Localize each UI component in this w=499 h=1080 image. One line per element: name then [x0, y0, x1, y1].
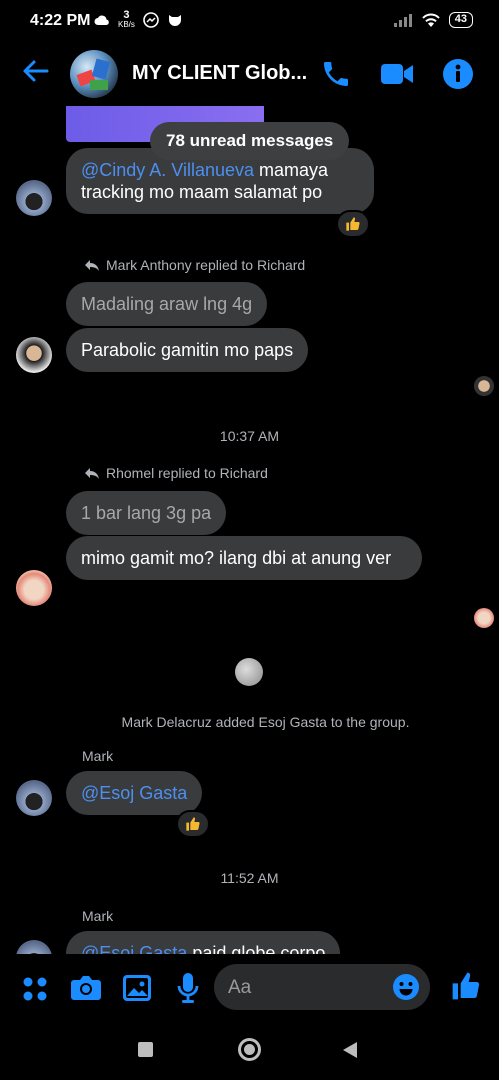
- status-time: 4:22 PM: [30, 12, 91, 29]
- message-input[interactable]: Aa: [214, 964, 430, 1010]
- back-arrow-icon[interactable]: [20, 56, 50, 86]
- message-composer: Aa: [0, 954, 499, 1020]
- battery-indicator: 43: [448, 12, 473, 28]
- avatar[interactable]: [16, 940, 52, 954]
- message-placeholder: Aa: [228, 977, 252, 998]
- system-message: Mark Delacruz added Esoj Gasta to the gr…: [121, 714, 410, 730]
- apps-grid-icon[interactable]: [22, 976, 48, 1002]
- like-reaction[interactable]: [336, 210, 370, 238]
- avatar[interactable]: [16, 180, 52, 216]
- timestamp: 11:52 AM: [220, 870, 279, 886]
- status-bar: 4:22 PM 3 KB/s 43: [0, 0, 499, 44]
- quoted-message[interactable]: Madaling araw lng 4g: [66, 282, 268, 326]
- avatar[interactable]: [16, 780, 52, 816]
- messenger-icon: [143, 11, 159, 28]
- read-receipt-avatar: [474, 376, 494, 396]
- reply-icon: [85, 260, 99, 271]
- thumbs-up-icon: [186, 817, 200, 831]
- reply-indicator: Rhomel replied to Richard: [84, 465, 268, 481]
- wifi-icon: [422, 13, 440, 27]
- message-bubble[interactable]: Parabolic gamitin mo paps: [66, 328, 309, 372]
- microphone-icon[interactable]: [176, 972, 200, 1004]
- group-avatar[interactable]: [70, 50, 118, 98]
- sender-name: Mark: [82, 748, 114, 764]
- gallery-icon[interactable]: [122, 974, 152, 1002]
- message-bubble[interactable]: mimo gamit mo? ilang dbi at anung ver: [66, 536, 422, 580]
- recent-apps-icon[interactable]: [138, 1042, 153, 1057]
- app-icon: [168, 14, 181, 26]
- thumbs-up-send-icon[interactable]: [450, 970, 482, 1002]
- timestamp: 10:37 AM: [219, 428, 280, 444]
- signal-icon: [393, 14, 412, 27]
- message-bubble[interactable]: @Esoj Gasta: [66, 771, 203, 815]
- back-nav-icon[interactable]: [342, 1041, 358, 1059]
- avatar[interactable]: [16, 570, 52, 606]
- info-icon[interactable]: [442, 58, 474, 90]
- home-icon[interactable]: [238, 1038, 261, 1061]
- conversation-header: MY CLIENT Glob...: [0, 44, 499, 106]
- cloud-icon: [94, 15, 109, 25]
- sender-name: Mark: [82, 908, 114, 924]
- unread-messages-pill[interactable]: 78 unread messages: [150, 122, 350, 160]
- phone-icon[interactable]: [320, 58, 352, 90]
- reply-indicator: Mark Anthony replied to Richard: [84, 257, 305, 273]
- emoji-icon[interactable]: [392, 973, 420, 1001]
- mention-link[interactable]: @Cindy A. Villanueva: [81, 160, 254, 180]
- thumbs-up-icon: [346, 217, 360, 231]
- message-list[interactable]: @Cindy A. Villanueva mamaya tracking mo …: [0, 106, 499, 954]
- like-reaction[interactable]: [176, 810, 210, 838]
- avatar[interactable]: [16, 337, 52, 373]
- mention-link[interactable]: @Esoj Gasta: [81, 783, 187, 803]
- network-speed: 3 KB/s: [118, 9, 135, 29]
- mention-link[interactable]: @Esoj Gasta: [81, 943, 187, 954]
- system-navigation-bar: [0, 1020, 499, 1080]
- video-call-icon[interactable]: [380, 60, 414, 88]
- camera-icon[interactable]: [70, 974, 102, 1002]
- message-bubble[interactable]: @Esoj Gasta paid globe corpo: [66, 931, 341, 954]
- reply-icon: [85, 468, 99, 479]
- conversation-title[interactable]: MY CLIENT Glob...: [132, 62, 307, 85]
- group-event-icon: [235, 658, 263, 686]
- read-receipt-avatar: [474, 608, 494, 628]
- quoted-message[interactable]: 1 bar lang 3g pa: [66, 491, 227, 535]
